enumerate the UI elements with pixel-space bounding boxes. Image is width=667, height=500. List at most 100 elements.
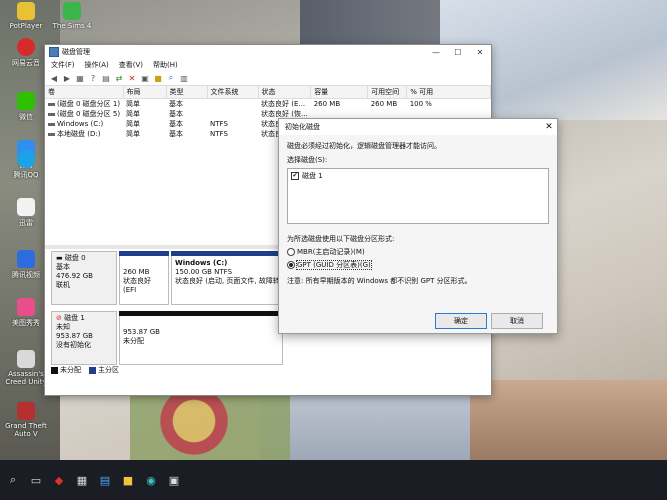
desktop-icon-sims[interactable]: The Sims 4 <box>44 2 100 30</box>
ok-button[interactable]: 确定 <box>435 313 487 329</box>
col-status[interactable]: 状态 <box>258 86 312 99</box>
initialize-disk-dialog: 初始化磁盘 ✕ 磁盘必须经过初始化，逻辑磁盘管理器才能访问。 选择磁盘(S): … <box>278 118 558 334</box>
disk-uninitialized-icon: ⊘ <box>56 314 65 322</box>
volume-table-header: 卷 布局 类型 文件系统 状态 容量 可用空间 % 可用 <box>45 86 491 99</box>
cell-layout: 简单 <box>126 100 141 108</box>
help-icon[interactable]: ? <box>88 73 98 83</box>
unallocated-status: 未分配 <box>123 337 144 345</box>
cancel-button[interactable]: 取消 <box>491 313 543 329</box>
partition-c-status: 状态良好 (启动, 页面文件, 故障转 <box>175 277 279 285</box>
window-titlebar[interactable]: 磁盘管理 — ☐ ✕ <box>45 45 491 59</box>
desktop-icon-label: 微信 <box>19 113 33 121</box>
menu-view[interactable]: 查看(V) <box>119 60 143 70</box>
cell-free: 260 MB <box>370 100 398 108</box>
minimize-button[interactable]: — <box>425 48 447 57</box>
potplayer-icon <box>17 2 35 20</box>
partition-efi-size: 260 MB <box>123 268 150 276</box>
desktop-icon-label: 腾讯QQ <box>13 171 39 179</box>
task-view-icon[interactable]: ▭ <box>29 473 43 487</box>
partition-c-size: 150.00 GB NTFS <box>175 268 233 276</box>
gpt-radio[interactable] <box>287 261 295 269</box>
dialog-titlebar[interactable]: 初始化磁盘 ✕ <box>279 119 557 135</box>
menu-bar: 文件(F) 操作(A) 查看(V) 帮助(H) <box>45 59 491 71</box>
dialog-note: 注意: 所有早期版本的 Windows 都不识别 GPT 分区形式。 <box>287 277 472 285</box>
desktop-wallpaper-skin <box>470 380 667 460</box>
col-capacity[interactable]: 容量 <box>310 86 369 99</box>
back-icon[interactable]: ◀ <box>49 73 59 83</box>
grid-icon[interactable]: ▦ <box>75 73 85 83</box>
partition-efi-bar <box>119 251 169 256</box>
cell-filesystem: NTFS <box>210 120 228 128</box>
disk-0-info[interactable]: ▬ 磁盘 0 基本 476.92 GB 联机 <box>51 251 117 305</box>
desktop-icon-label: PotPlayer <box>9 22 43 30</box>
close-button[interactable]: ✕ <box>469 48 491 57</box>
properties-icon[interactable]: ▣ <box>140 73 150 83</box>
connect-icon[interactable]: ⇄ <box>114 73 124 83</box>
cell-filesystem: NTFS <box>210 130 228 138</box>
desktop-icon-gta5[interactable]: Grand Theft Auto V <box>0 402 54 438</box>
app-red-icon[interactable]: ◆ <box>52 473 66 487</box>
option-gpt[interactable]: GPT (GUID 分区表)(G) <box>287 260 549 270</box>
col-filesystem[interactable]: 文件系统 <box>207 86 259 99</box>
cell-type: 基本 <box>169 130 184 138</box>
partition-efi-status: 状态良好 (EFI <box>123 277 151 294</box>
cell-status: 状态良好 (E... <box>261 100 306 108</box>
disk-tool-icon[interactable]: ▣ <box>167 473 181 487</box>
col-percent-free[interactable]: % 可用 <box>406 86 491 99</box>
view-icon[interactable]: ▥ <box>179 73 189 83</box>
partition-c-name: Windows (C:) <box>175 259 228 267</box>
search-icon[interactable]: ⌕ <box>166 73 176 83</box>
desktop-icon-label: 迅雷 <box>19 219 33 227</box>
select-disk-label: 选择磁盘(S): <box>287 156 328 164</box>
volume-icon <box>48 102 55 106</box>
desktop-icon-label: Assassin's Creed Unity <box>5 370 47 386</box>
xunlei-icon <box>17 198 35 216</box>
delete-icon[interactable]: ✕ <box>127 73 137 83</box>
toolbar: ◀ ▶ ▦ ? ▤ ⇄ ✕ ▣ ■ ⌕ ▥ <box>45 71 491 86</box>
edge-icon[interactable]: ◉ <box>144 473 158 487</box>
cell-percent-free: 100 % <box>409 100 432 108</box>
folder-icon[interactable]: ■ <box>121 473 135 487</box>
partition-unallocated[interactable]: 953.87 GB 未分配 <box>119 311 283 365</box>
partition-efi[interactable]: 260 MB 状态良好 (EFI <box>119 251 169 305</box>
disk-icon: ▬ <box>56 254 65 262</box>
cell-filesystem <box>207 99 258 110</box>
search-icon[interactable]: ⌕ <box>6 473 20 487</box>
menu-file[interactable]: 文件(F) <box>51 60 75 70</box>
cell-volume: (磁盘 0 磁盘分区 5) <box>45 109 123 119</box>
mbr-radio[interactable] <box>287 248 295 256</box>
menu-help[interactable]: 帮助(H) <box>153 60 178 70</box>
legend-primary: 主分区 <box>89 365 119 375</box>
volume-icon <box>48 112 55 116</box>
disk-1-item[interactable]: 磁盘 1 <box>302 172 323 180</box>
disk-1-status: 没有初始化 <box>56 341 91 349</box>
cell-volume: 本地磁盘 (D:) <box>45 129 123 139</box>
col-volume[interactable]: 卷 <box>45 86 124 99</box>
disk-1-name: ⊘ 磁盘 1 <box>56 314 85 322</box>
disk-listbox[interactable]: ✔ 磁盘 1 <box>287 168 549 224</box>
disk-0-name: ▬ 磁盘 0 <box>56 254 86 262</box>
option-mbr[interactable]: MBR(主启动记录)(M) <box>287 247 549 257</box>
primary-swatch <box>89 366 96 374</box>
maximize-button[interactable]: ☐ <box>447 48 469 57</box>
col-layout[interactable]: 布局 <box>123 86 167 99</box>
forward-icon[interactable]: ▶ <box>62 73 72 83</box>
table-row[interactable]: (磁盘 0 磁盘分区 1) 简单 基本 状态良好 (E... 260 MB 26… <box>45 99 491 110</box>
disk-1-info[interactable]: ⊘ 磁盘 1 未知 953.87 GB 没有初始化 <box>51 311 117 365</box>
wechat-icon <box>17 92 35 110</box>
dialog-close-icon[interactable]: ✕ <box>541 122 557 132</box>
disk-0-size: 476.92 GB <box>56 272 93 280</box>
col-type[interactable]: 类型 <box>166 86 208 99</box>
disk-1-checkbox[interactable]: ✔ <box>291 172 299 180</box>
list-icon[interactable]: ▤ <box>101 73 111 83</box>
menu-action[interactable]: 操作(A) <box>85 60 109 70</box>
store-icon[interactable]: ▤ <box>98 473 112 487</box>
desktop-wallpaper-flower <box>130 395 290 460</box>
sims-icon <box>63 2 81 20</box>
cell-layout: 简单 <box>126 110 141 118</box>
col-free[interactable]: 可用空间 <box>367 86 408 99</box>
folder-icon[interactable]: ■ <box>153 73 163 83</box>
partition-windows-c[interactable]: Windows (C:) 150.00 GB NTFS 状态良好 (启动, 页面… <box>171 251 283 305</box>
calendar-icon[interactable]: ▦ <box>75 473 89 487</box>
taskbar: ⌕ ▭ ◆ ▦ ▤ ■ ◉ ▣ <box>0 460 667 500</box>
